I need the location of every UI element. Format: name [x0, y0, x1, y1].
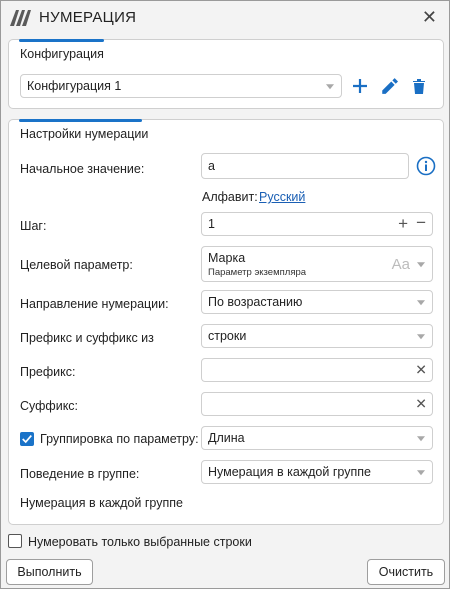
group-behavior-label: Поведение в группе:: [20, 467, 140, 481]
only-selected-label: Нумеровать только выбранные строки: [28, 535, 252, 549]
grouping-param-select[interactable]: Длина: [201, 426, 433, 450]
target-param-label: Целевой параметр:: [20, 258, 133, 272]
direction-select[interactable]: По возрастанию: [201, 290, 433, 314]
chevron-down-icon: [417, 300, 425, 306]
target-param-select[interactable]: Марка Параметр экземпляра Aa: [201, 246, 433, 282]
info-icon[interactable]: [416, 156, 436, 176]
prefix-input[interactable]: ✕: [201, 358, 433, 382]
group-behavior-select[interactable]: Нумерация в каждой группе: [201, 460, 433, 484]
suffix-input[interactable]: ✕: [201, 392, 433, 416]
numbering-window: НУМЕРАЦИЯ ✕ Конфигурация Конфигурация 1 …: [0, 0, 450, 589]
configuration-select-value: Конфигурация 1: [27, 79, 122, 93]
group-accent-bar: [19, 39, 104, 42]
start-value-label: Начальное значение:: [20, 162, 145, 176]
step-stepper[interactable]: 1 + −: [201, 212, 433, 236]
prefix-suffix-source-label: Префикс и суффикс из: [20, 331, 154, 345]
grouping-param-value: Длина: [208, 431, 245, 445]
start-value-input[interactable]: а: [201, 153, 409, 179]
group-accent-bar: [19, 119, 142, 122]
target-param-value: Марка: [208, 251, 246, 265]
target-param-subtitle: Параметр экземпляра: [208, 267, 307, 278]
add-configuration-icon[interactable]: [352, 78, 368, 94]
settings-group: Настройки нумерации Начальное значение: …: [8, 119, 444, 525]
app-logo-icon: [10, 10, 31, 26]
run-button[interactable]: Выполнить: [6, 559, 93, 585]
delete-configuration-icon[interactable]: [411, 77, 427, 95]
only-selected-checkbox[interactable]: [8, 534, 22, 548]
group-behavior-value: Нумерация в каждой группе: [208, 465, 371, 479]
prefix-suffix-source-select[interactable]: строки: [201, 324, 433, 348]
minus-icon[interactable]: −: [416, 213, 426, 233]
settings-group-title: Настройки нумерации: [20, 127, 149, 141]
prefix-label: Префикс:: [20, 365, 76, 379]
window-title: НУМЕРАЦИЯ: [39, 9, 137, 26]
grouping-label: Группировка по параметру:: [40, 432, 199, 446]
plus-icon[interactable]: +: [398, 214, 408, 234]
alphabet-label: Алфавит:: [202, 190, 258, 204]
step-label: Шаг:: [20, 219, 47, 233]
configuration-select[interactable]: Конфигурация 1: [20, 74, 342, 98]
title-bar: НУМЕРАЦИЯ ✕: [1, 1, 449, 34]
group-behavior-note: Нумерация в каждой группе: [20, 496, 183, 510]
configuration-group-title: Конфигурация: [20, 47, 104, 61]
direction-value: По возрастанию: [208, 295, 303, 309]
chevron-down-icon: [417, 262, 425, 268]
step-value: 1: [208, 217, 215, 231]
edit-configuration-icon[interactable]: [380, 77, 398, 95]
prefix-suffix-source-value: строки: [208, 329, 247, 343]
close-icon[interactable]: ✕: [422, 7, 437, 28]
start-value-text: а: [208, 159, 215, 173]
grouping-checkbox[interactable]: [20, 432, 34, 446]
alphabet-link[interactable]: Русский: [259, 190, 305, 204]
check-icon: [22, 435, 32, 444]
chevron-down-icon: [417, 334, 425, 340]
chevron-down-icon: [417, 470, 425, 476]
clear-icon[interactable]: ✕: [415, 396, 427, 413]
suffix-label: Суффикс:: [20, 399, 79, 413]
configuration-group: Конфигурация Конфигурация 1: [8, 39, 444, 109]
direction-label: Направление нумерации:: [20, 297, 169, 311]
chevron-down-icon: [417, 436, 425, 442]
chevron-down-icon: [326, 84, 334, 90]
clear-icon[interactable]: ✕: [415, 362, 427, 379]
case-icon: Aa: [391, 256, 410, 273]
clear-button[interactable]: Очистить: [367, 559, 445, 585]
